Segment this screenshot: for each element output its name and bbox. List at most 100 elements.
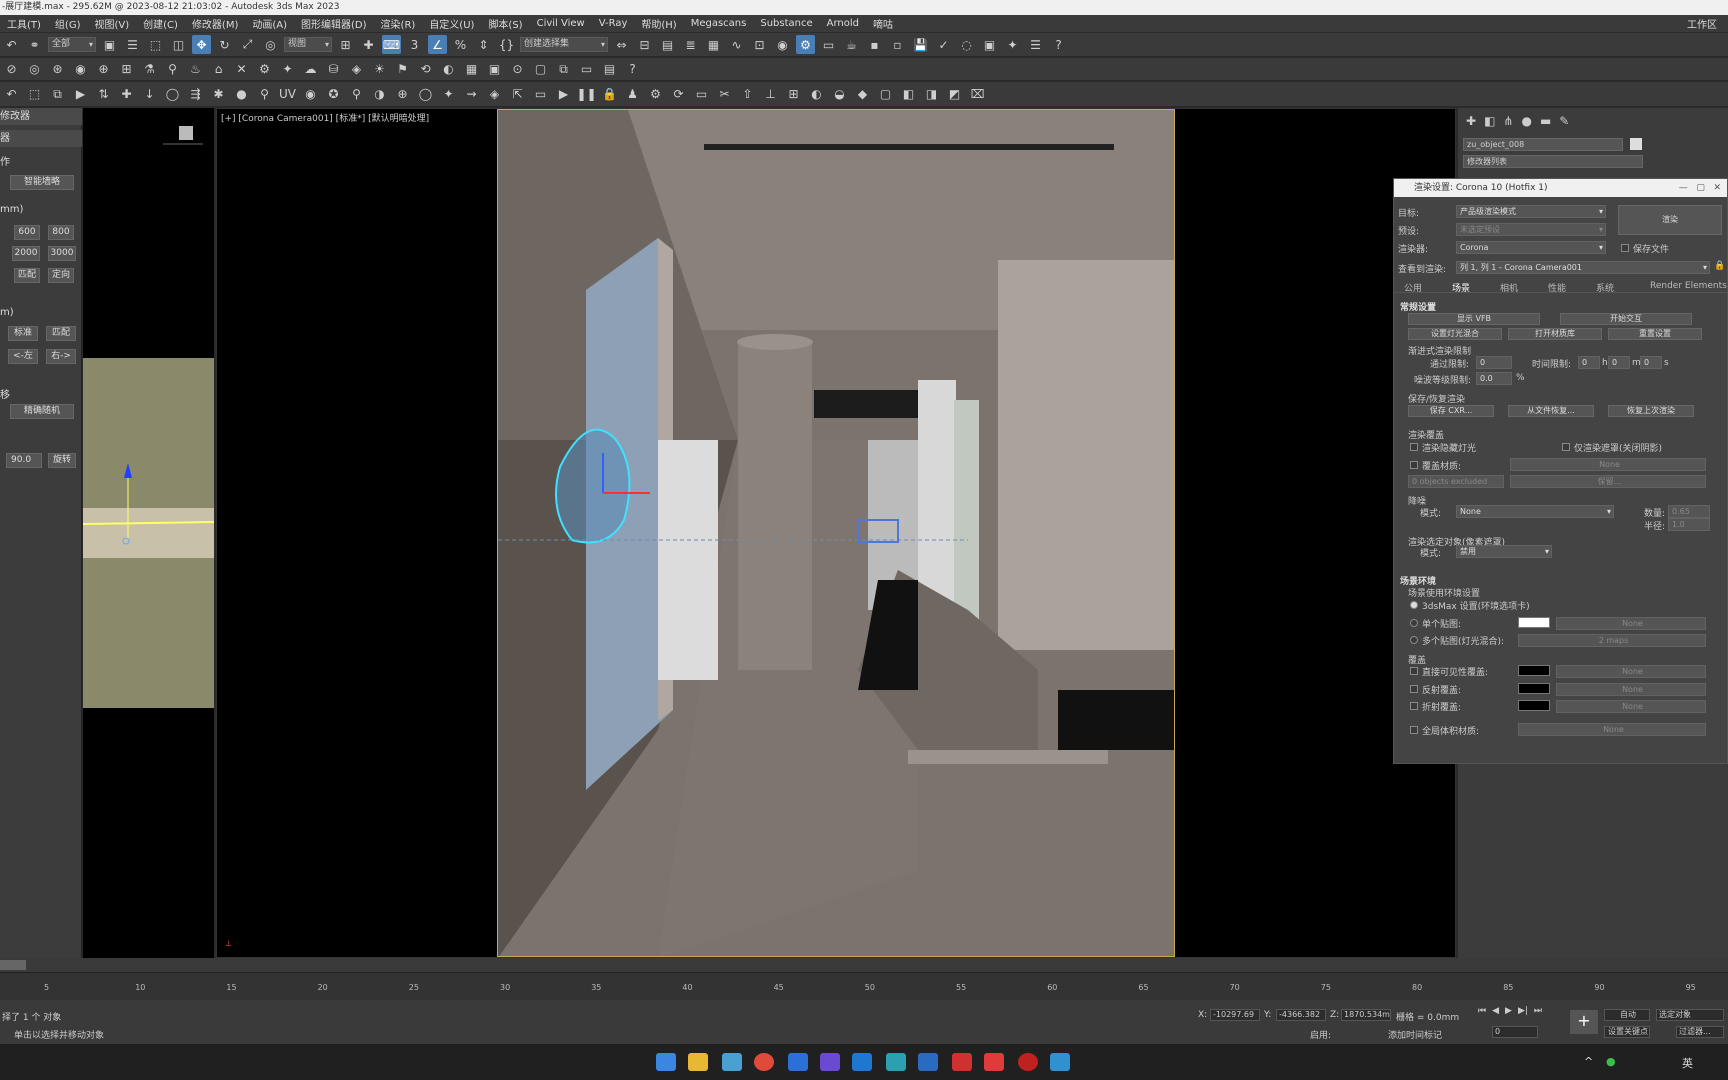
utilities-tab-icon[interactable]: ✎ — [1559, 114, 1569, 128]
object-name-field[interactable]: zu_object_008 — [1463, 138, 1623, 151]
toolbar-tool-icon[interactable]: ⚲ — [255, 85, 274, 104]
direct-override-checkbox[interactable] — [1410, 667, 1418, 675]
light-icon[interactable]: ✦ — [1003, 35, 1022, 54]
multi-map-slot[interactable]: 2 maps — [1518, 634, 1706, 647]
snaps-toggle-icon[interactable]: 3 — [405, 35, 424, 54]
toolbar-tool-icon[interactable]: ▭ — [692, 85, 711, 104]
direct-override-slot[interactable]: None — [1556, 665, 1706, 678]
menu-item[interactable]: 视图(V) — [87, 16, 136, 31]
render-small-icon[interactable]: ▫ — [888, 35, 907, 54]
modifier-list-dropdown[interactable]: 修改器列表 — [1463, 155, 1643, 168]
global-volume-slot[interactable]: None — [1518, 723, 1706, 736]
toolbar-tool-icon[interactable]: ⧉ — [48, 85, 67, 104]
select-object-icon[interactable]: ▣ — [100, 35, 119, 54]
set-key-button[interactable]: 设置关键点 — [1604, 1026, 1650, 1038]
select-by-name-icon[interactable]: ☰ — [123, 35, 142, 54]
toolbar-tool-icon[interactable]: ⌂ — [209, 60, 228, 79]
named-selection-dropdown[interactable]: 创建选择集 — [520, 37, 608, 52]
material-editor-icon[interactable]: ◉ — [773, 35, 792, 54]
toolbar-tool-icon[interactable]: ● — [232, 85, 251, 104]
toolbar-tool-icon[interactable]: ◈ — [347, 60, 366, 79]
curve-editor-icon[interactable]: ∿ — [727, 35, 746, 54]
menu-item[interactable]: Arnold — [820, 18, 866, 29]
time-s-input[interactable]: 0 — [1640, 356, 1662, 369]
current-frame-field[interactable]: 0 — [1492, 1026, 1538, 1038]
target-dropdown[interactable]: 产品级渲染模式 — [1456, 205, 1606, 218]
layer-explorer-icon[interactable]: ≣ — [681, 35, 700, 54]
filters-button[interactable]: 过滤器... — [1676, 1026, 1724, 1038]
rect-select-icon[interactable]: ⬚ — [146, 35, 165, 54]
toolbar-tool-icon[interactable]: ⌧ — [968, 85, 987, 104]
size-800-button[interactable]: 800 — [48, 225, 74, 240]
modifier-section[interactable]: 修改器 — [0, 108, 82, 125]
ribbon-icon[interactable]: ▦ — [704, 35, 723, 54]
right-button[interactable]: 右-> — [46, 349, 76, 364]
mirror-icon[interactable]: ⇔ — [612, 35, 631, 54]
render-tab[interactable]: 系统 — [1596, 281, 1614, 294]
menu-item[interactable]: 嘀咕 — [866, 16, 900, 31]
menu-item[interactable]: 工具(T) — [0, 16, 48, 31]
toolbar-tool-icon[interactable]: ⚙ — [646, 85, 665, 104]
edit-named-sel-icon[interactable]: {} — [497, 35, 516, 54]
toolbar-tool-icon[interactable]: ▤ — [600, 60, 619, 79]
toolbar-tool-icon[interactable]: ◉ — [301, 85, 320, 104]
amount-input[interactable]: 0.65 — [1668, 505, 1710, 518]
start-icon[interactable] — [656, 1053, 676, 1071]
toolbar-tool-icon[interactable]: ↓ — [140, 85, 159, 104]
env-3dsmax-radio[interactable] — [1410, 601, 1418, 609]
toolbar-tool-icon[interactable]: ⊛ — [48, 60, 67, 79]
goto-start-icon[interactable]: ⏮ — [1478, 1006, 1486, 1016]
rotate-button[interactable]: 旋转 — [48, 453, 76, 468]
angle-input[interactable]: 90.0 — [6, 453, 42, 468]
toolbar-tool-icon[interactable]: ⇱ — [508, 85, 527, 104]
scale-icon[interactable]: ⤢ — [238, 35, 257, 54]
uv-tool-label[interactable]: UV — [278, 85, 297, 104]
link-icon[interactable]: ⚭ — [25, 35, 44, 54]
workspace-label[interactable]: 工作区 — [1680, 16, 1724, 31]
device-section[interactable]: 器 — [0, 130, 82, 147]
toolbar-tool-icon[interactable]: ⇧ — [738, 85, 757, 104]
menu-item[interactable]: 自定义(U) — [422, 16, 481, 31]
toolbar-tool-icon[interactable]: ◐ — [439, 60, 458, 79]
refract-override-slot[interactable]: None — [1556, 700, 1706, 713]
modify-tab-icon[interactable]: ◧ — [1484, 114, 1495, 128]
toolbar-tool-icon[interactable]: ⚗ — [140, 60, 159, 79]
toolbar-tool-icon[interactable]: ◈ — [485, 85, 504, 104]
align-icon[interactable]: ⊟ — [635, 35, 654, 54]
selected-mode-dropdown[interactable]: 禁用 — [1456, 545, 1552, 558]
rotate-icon[interactable]: ↻ — [215, 35, 234, 54]
hierarchy-tab-icon[interactable]: ⋔ — [1503, 114, 1513, 128]
single-map-radio[interactable] — [1410, 619, 1418, 627]
file-explorer-icon[interactable] — [688, 1053, 708, 1071]
play-icon[interactable]: ▶ — [1505, 1006, 1512, 1016]
tray-chevron-icon[interactable]: ^ — [1584, 1055, 1593, 1068]
target-icon[interactable]: ◌ — [957, 35, 976, 54]
general-settings-header[interactable]: 常规设置 — [1400, 300, 1436, 313]
prev-frame-icon[interactable]: ◀ — [1492, 1006, 1499, 1016]
toolbar-tool-icon[interactable]: ▶ — [71, 85, 90, 104]
toolbar-tool-icon[interactable]: ⚲ — [347, 85, 366, 104]
menu-item[interactable]: Civil View — [530, 18, 592, 29]
wechat-icon[interactable]: ● — [1606, 1055, 1616, 1068]
rendered-frame-icon[interactable]: ▭ — [819, 35, 838, 54]
save-cxr-button[interactable]: 保存 CXR... — [1408, 405, 1494, 417]
toolbar-tool-icon[interactable]: ⊘ — [2, 60, 21, 79]
render-setup-icon[interactable]: ⚙ — [796, 35, 815, 54]
toolbar-tool-icon[interactable]: ▢ — [876, 85, 895, 104]
motion-tab-icon[interactable]: ● — [1521, 114, 1531, 128]
toolbar-tool-icon[interactable]: ◯ — [416, 85, 435, 104]
refract-override-swatch[interactable] — [1518, 700, 1550, 711]
hidden-lights-checkbox[interactable] — [1410, 443, 1418, 451]
toolbar-tool-icon[interactable]: ⬚ — [25, 85, 44, 104]
side-viewport[interactable] — [82, 108, 215, 958]
toolbar-tool-icon[interactable]: ✦ — [278, 60, 297, 79]
angle-snap-icon[interactable]: ∠ — [428, 35, 447, 54]
time-m-input[interactable]: 0 — [1608, 356, 1630, 369]
reflect-override-slot[interactable]: None — [1556, 683, 1706, 696]
toolbar-tool-icon[interactable]: ⊙ — [508, 60, 527, 79]
y-coordinate-field[interactable]: -4366.382 — [1276, 1009, 1326, 1021]
toolbar-tool-icon[interactable]: ▭ — [531, 85, 550, 104]
media-icon[interactable] — [984, 1053, 1004, 1071]
camera-viewport[interactable]: [+] [Corona Camera001] [标准*] [默认明暗处理] ⊥ — [216, 108, 1456, 958]
bilibili-icon[interactable] — [788, 1053, 808, 1071]
